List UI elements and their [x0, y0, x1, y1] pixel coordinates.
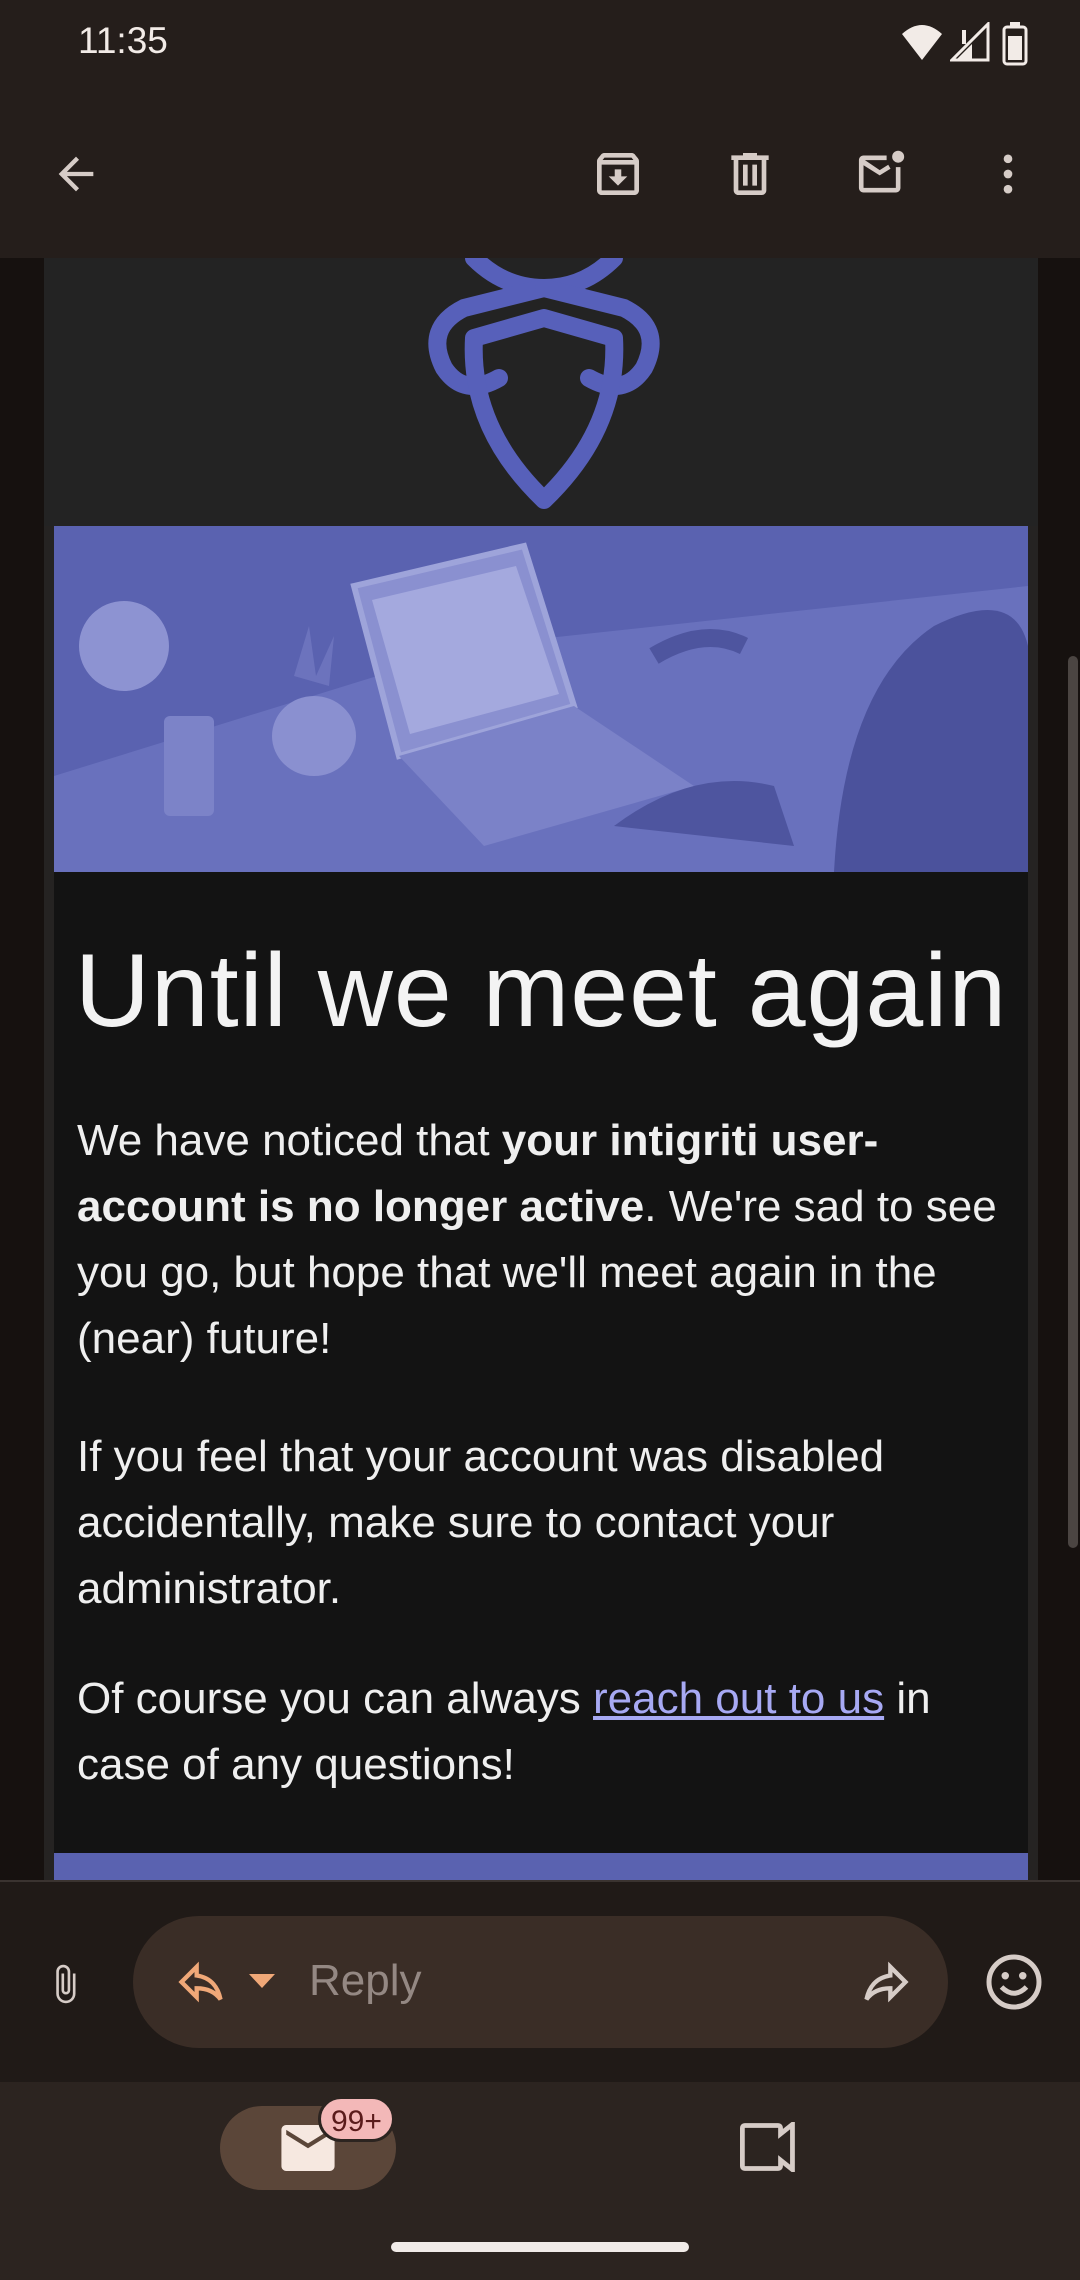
video-icon[interactable] — [740, 2122, 802, 2172]
delete-button[interactable] — [714, 138, 786, 210]
wifi-icon — [902, 25, 942, 60]
more-vert-icon — [1003, 154, 1013, 194]
forward-icon[interactable] — [858, 1956, 914, 2008]
intigriti-logo-icon — [428, 258, 660, 509]
reply-bar: Reply — [0, 1880, 1080, 2082]
delete-icon — [731, 153, 769, 195]
email-body[interactable]: Until we meet again We have noticed that… — [0, 258, 1080, 1880]
status-time: 11:35 — [78, 20, 168, 61]
dropdown-icon[interactable] — [247, 1972, 277, 1992]
archive-icon — [597, 153, 639, 195]
unread-count-badge: 99+ — [318, 2096, 395, 2142]
message-card: Until we meet again We have noticed that… — [54, 872, 1028, 1880]
bottom-navigation: 99+ — [0, 2082, 1080, 2280]
email-title: Until we meet again — [74, 933, 1008, 1049]
footer-band — [54, 1853, 1028, 1880]
paragraph-reach-out: Of course you can always reach out to us… — [77, 1674, 931, 1789]
battery-icon — [1002, 22, 1028, 66]
signal-icon — [950, 22, 990, 62]
more-options-button[interactable] — [972, 138, 1044, 210]
reply-icon[interactable] — [173, 1956, 229, 2008]
gesture-bar[interactable] — [391, 2242, 689, 2252]
reach-out-link[interactable]: reach out to us — [593, 1674, 884, 1723]
hero-photo — [54, 526, 1028, 872]
mark-unread-icon — [858, 150, 905, 193]
back-arrow-icon — [58, 156, 94, 192]
email-frame: Until we meet again We have noticed that… — [44, 258, 1038, 1880]
hero-image — [54, 526, 1028, 872]
status-bar: 11:35 — [0, 0, 1080, 86]
attachment-icon[interactable] — [44, 1958, 86, 2010]
logo-header — [44, 258, 1038, 526]
archive-button[interactable] — [582, 138, 654, 210]
reply-placeholder: Reply — [309, 1956, 422, 2005]
paragraph-disabled-contact-admin: If you feel that your account was disabl… — [77, 1432, 885, 1613]
paragraph-inactive-notice: We have noticed that your intigriti user… — [77, 1116, 997, 1363]
app-bar — [0, 86, 1080, 258]
mark-unread-button[interactable] — [846, 138, 918, 210]
scrollbar[interactable] — [1068, 656, 1078, 1548]
reply-field[interactable]: Reply — [133, 1916, 948, 2048]
back-button[interactable] — [40, 138, 112, 210]
emoji-icon[interactable] — [984, 1952, 1044, 2012]
